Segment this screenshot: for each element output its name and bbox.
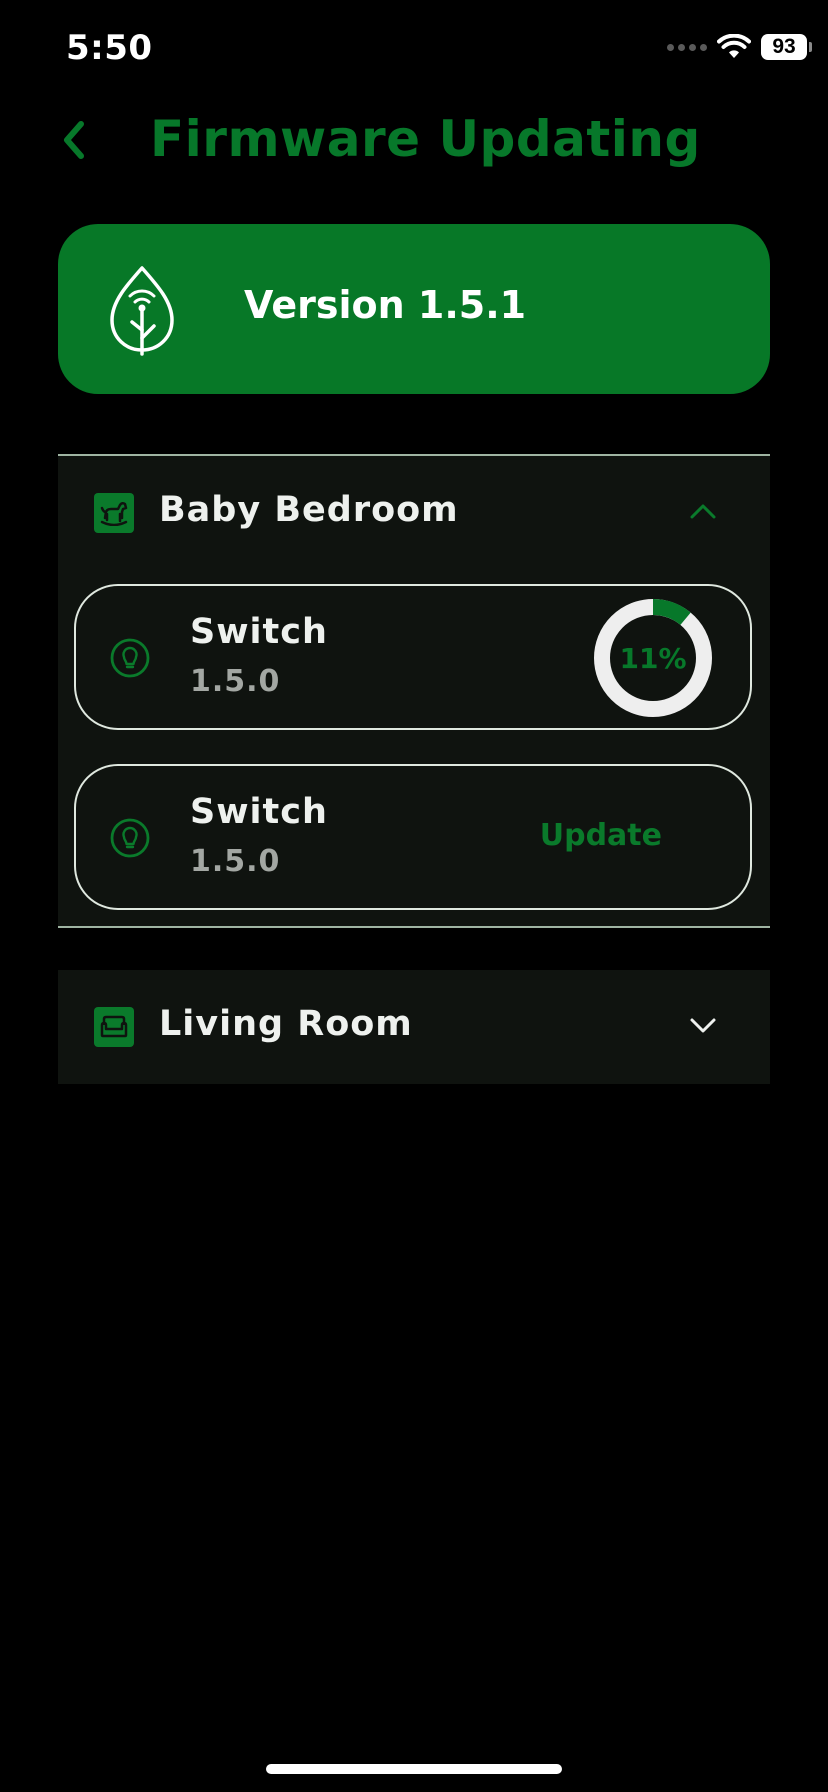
battery-icon: 93: [761, 34, 812, 60]
room-header-baby-bedroom[interactable]: Baby Bedroom: [58, 456, 770, 570]
status-bar: 5:50 93: [0, 0, 828, 100]
device-name: Switch: [190, 612, 328, 652]
device-name: Switch: [190, 792, 328, 832]
room-section-living-room: Living Room: [58, 970, 770, 1084]
sofa-icon: [94, 1007, 134, 1047]
wifi-icon: [717, 34, 751, 58]
rocking-horse-icon: [94, 493, 134, 533]
device-card[interactable]: Switch 1.5.0 11%: [74, 584, 752, 730]
room-name: Living Room: [159, 1004, 413, 1044]
nav-header: Firmware Updating: [0, 100, 828, 180]
leaf-wifi-icon: [110, 266, 174, 356]
progress-percent: 11%: [619, 641, 687, 675]
room-section-baby-bedroom: Baby Bedroom Switch 1.5.0 11% Switch 1.5…: [58, 454, 770, 928]
battery-level: 93: [761, 34, 807, 60]
update-progress-ring: 11%: [594, 599, 712, 717]
device-version: 1.5.0: [190, 664, 281, 699]
chevron-left-icon: [64, 121, 84, 159]
firmware-version-label: Version 1.5.1: [244, 283, 527, 327]
page-title: Firmware Updating: [150, 110, 701, 168]
device-card[interactable]: Switch 1.5.0 Update: [74, 764, 752, 910]
bulb-icon: [110, 818, 150, 858]
room-header-living-room[interactable]: Living Room: [58, 970, 770, 1084]
back-button[interactable]: [52, 118, 96, 162]
status-time: 5:50: [66, 28, 153, 68]
bulb-icon: [110, 638, 150, 678]
update-button[interactable]: Update: [540, 818, 662, 853]
room-name: Baby Bedroom: [159, 490, 459, 530]
status-indicators: 93: [667, 34, 812, 60]
home-indicator[interactable]: [266, 1764, 562, 1774]
chevron-down-icon[interactable]: [688, 1010, 718, 1040]
device-version: 1.5.0: [190, 844, 281, 879]
chevron-up-icon[interactable]: [688, 496, 718, 526]
cellular-signal-icon: [667, 43, 707, 51]
